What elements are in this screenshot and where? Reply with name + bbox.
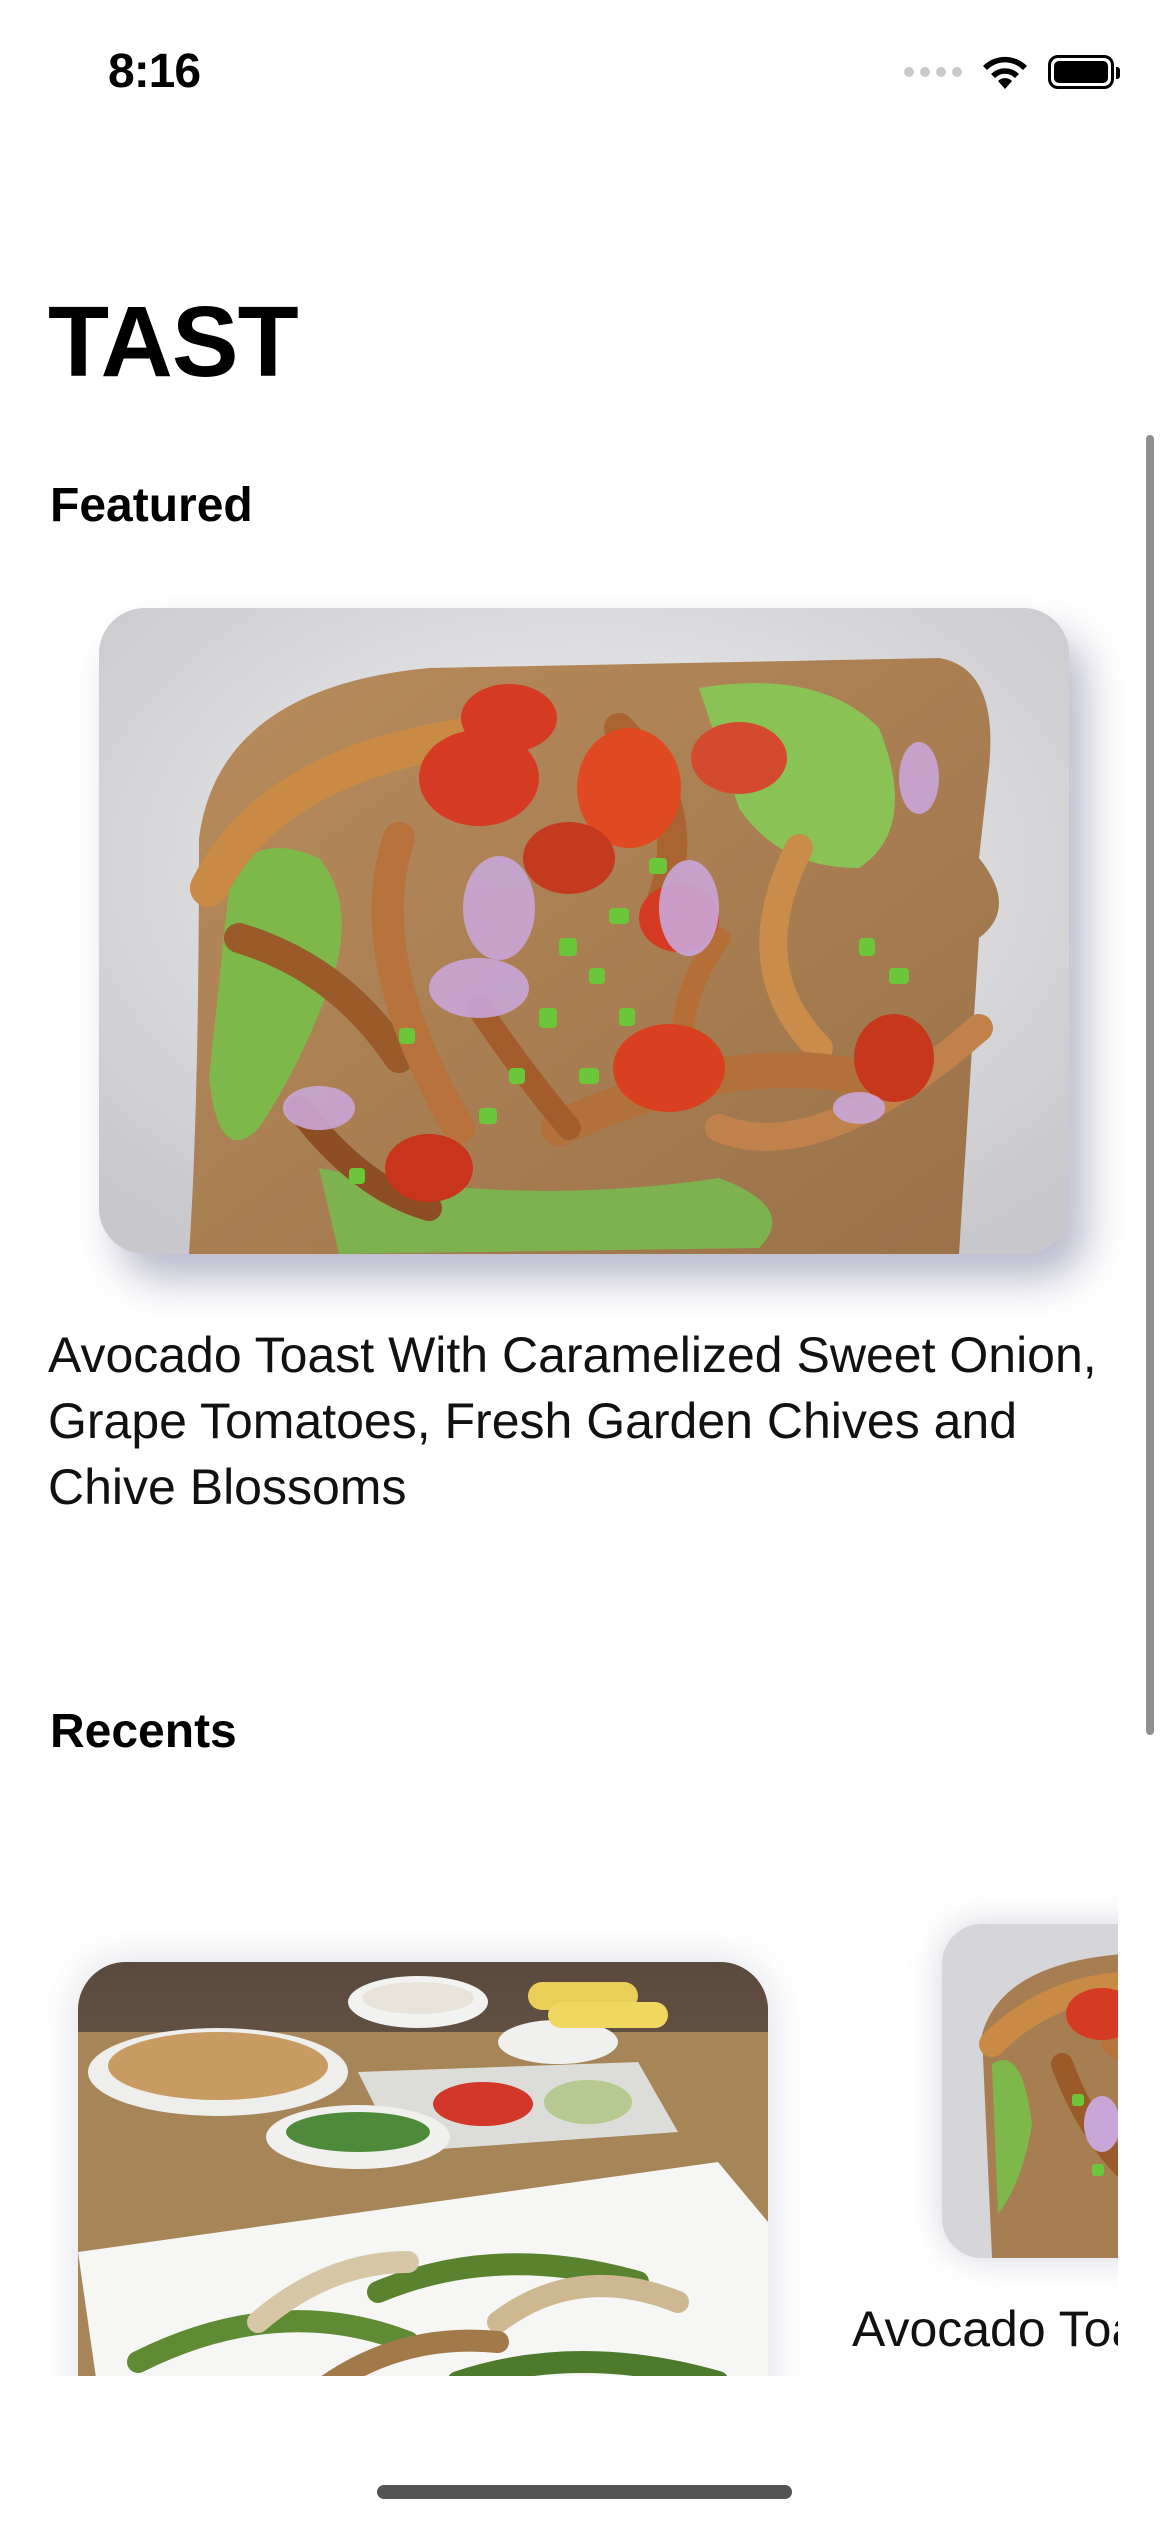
avocado-toast-photo [99,608,1069,1254]
featured-section-title: Featured [50,479,253,532]
recents-section-title: Recents [50,1705,237,1758]
recent-recipe-card[interactable] [942,1924,1118,2258]
app-screen: 8:16 TAST Featured Avocado Toast With Ca… [0,0,1170,2532]
home-indicator[interactable] [377,2485,792,2499]
status-icons [904,52,1120,92]
featured-recipe-caption[interactable]: Avocado Toast With Caramelized Sweet Oni… [48,1322,1128,1520]
app-title: TAST [48,286,299,398]
battery-icon [1048,55,1120,89]
recent-recipe-card[interactable] [78,1962,768,2376]
wifi-icon [983,56,1027,89]
vertical-scrollbar[interactable] [1146,435,1154,1735]
status-time: 8:16 [108,45,201,98]
featured-recipe-card[interactable] [99,608,1069,1254]
avocado-toast-photo [942,1924,1118,2258]
recents-carousel[interactable]: Avocado Toa [0,1876,1118,2376]
fajitas-table-photo [78,1962,768,2376]
cellular-signal-icon [904,67,962,77]
recent-recipe-caption[interactable]: Avocado Toa [852,2300,1118,2358]
